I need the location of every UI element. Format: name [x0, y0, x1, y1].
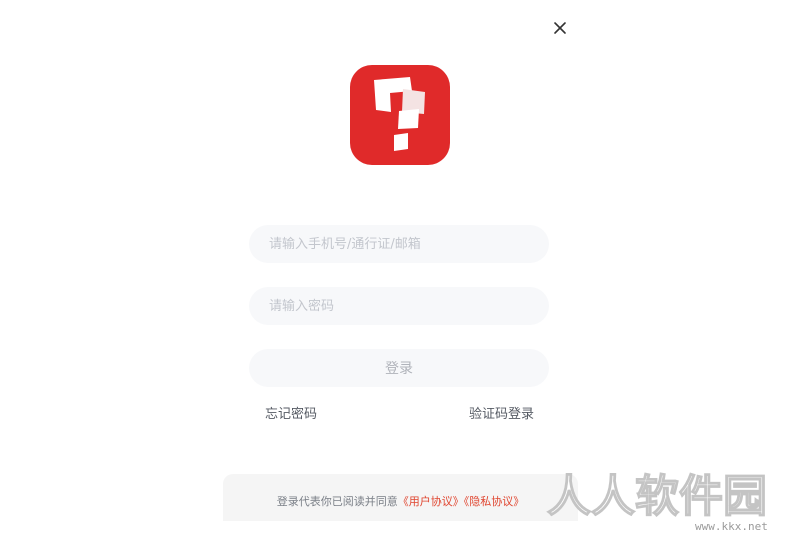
forgot-password-link[interactable]: 忘记密码	[265, 403, 317, 422]
close-button[interactable]	[550, 18, 570, 38]
sms-login-link[interactable]: 验证码登录	[469, 403, 534, 422]
watermark-logo-icon: 人人软件园 www.kkx.net	[546, 470, 768, 533]
app-logo	[350, 65, 450, 165]
login-button[interactable]: 登录	[249, 349, 549, 387]
close-icon	[554, 22, 566, 34]
agreement-notice: 登录代表你已阅读并同意《用户协议》《隐私协议》	[223, 493, 578, 509]
user-agreement-link[interactable]: 《用户协议》	[398, 495, 464, 508]
login-window: 登录 忘记密码 验证码登录 登录代表你已阅读并同意《用户协议》《隐私协议》 人人…	[0, 0, 800, 533]
privacy-agreement-link[interactable]: 《隐私协议》	[464, 495, 525, 508]
site-watermark: 人人软件园 www.kkx.net	[545, 462, 800, 533]
agreement-prefix-text: 登录代表你已阅读并同意	[276, 495, 398, 508]
question-block-logo-icon	[350, 65, 450, 165]
agreement-footer: 登录代表你已阅读并同意《用户协议》《隐私协议》	[223, 474, 578, 521]
watermark-title: 人人软件园	[547, 471, 767, 522]
account-input[interactable]	[249, 225, 549, 263]
password-input[interactable]	[249, 287, 549, 325]
watermark-url: www.kkx.net	[695, 520, 768, 533]
